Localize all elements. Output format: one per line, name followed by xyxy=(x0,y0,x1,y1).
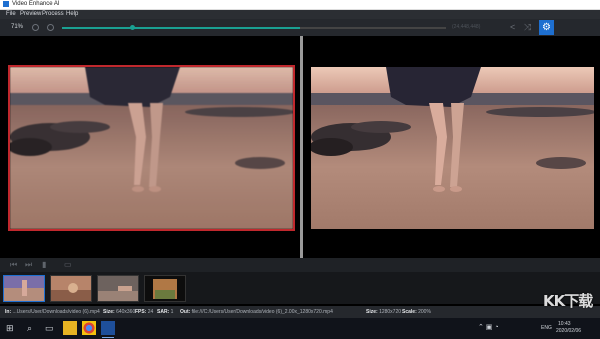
fps-label: FPS: xyxy=(135,309,147,315)
menu-process[interactable]: Process xyxy=(42,10,64,19)
input-label: In: xyxy=(5,309,12,315)
scale-label: Scale: xyxy=(402,309,417,315)
task-view-icon[interactable]: ▭ xyxy=(45,322,54,335)
shuffle-icon[interactable]: ⤨ xyxy=(524,21,531,33)
zoom-out-icon[interactable] xyxy=(32,24,39,31)
input-size: 640x360 xyxy=(116,309,136,315)
scale-value: 200% xyxy=(418,309,431,315)
input-size-label: Size: xyxy=(103,309,115,315)
zoom-level[interactable]: 71% xyxy=(11,23,23,32)
windows-start-icon[interactable]: ⊞ xyxy=(6,322,14,335)
menu-help[interactable]: Help xyxy=(66,10,78,19)
progress-knob[interactable] xyxy=(130,25,135,30)
menu-preview[interactable]: Preview xyxy=(20,10,41,19)
output-size-label: Size: xyxy=(366,309,378,315)
delete-icon[interactable]: ▮ xyxy=(42,259,46,271)
windows-taskbar: ⊞ ⌕ ▭ ⌃ ▣ ◔ ENG 10:43 2020/02/06 xyxy=(0,318,600,339)
step-forward-icon[interactable]: ⏭ xyxy=(25,259,32,271)
playback-controls: ⏮ ⏭ ▮ ▭ xyxy=(0,258,600,272)
thumbnail-3[interactable] xyxy=(97,275,139,302)
step-back-icon[interactable]: ⏮ xyxy=(10,259,17,271)
thumbnail-4[interactable] xyxy=(144,275,186,302)
preview-progress-bar[interactable] xyxy=(62,25,446,30)
thumbnail-image xyxy=(4,276,44,301)
filmstrip xyxy=(0,272,600,304)
gear-icon: ⚙ xyxy=(542,22,551,33)
input-language[interactable]: ENG xyxy=(541,325,552,332)
thumbnail-image xyxy=(51,276,91,301)
menu-bar: File Preview Process Help xyxy=(0,10,600,19)
status-bar: In: ...Users/User/Downloads/video (6).mp… xyxy=(0,306,600,318)
beach-scene-image xyxy=(10,67,293,229)
progress-fill xyxy=(62,27,301,29)
site-watermark: KK下载 xyxy=(543,292,593,310)
output-path: file:///C:/Users/User/Downloads/video (6… xyxy=(191,309,333,315)
search-icon[interactable]: ⌕ xyxy=(27,322,32,335)
thumbnail-image xyxy=(98,276,138,301)
window-title: Video Enhance AI xyxy=(12,1,60,7)
menu-file[interactable]: File xyxy=(6,10,16,19)
thumbnail-1[interactable] xyxy=(3,275,45,302)
input-path: ...Users/User/Downloads/video (6).mp4 xyxy=(12,309,100,315)
thumbnail-2[interactable] xyxy=(50,275,92,302)
output-size: 1280x720 xyxy=(379,309,402,315)
progress-label: (24,448,448) xyxy=(452,24,481,30)
beach-scene-enhanced-image xyxy=(311,67,594,229)
chrome-icon[interactable] xyxy=(82,321,96,335)
app-icon xyxy=(3,1,9,7)
file-explorer-icon[interactable] xyxy=(63,321,77,335)
zoom-in-icon[interactable] xyxy=(47,24,54,31)
sar-value: 1 xyxy=(170,309,174,315)
original-frame-image[interactable] xyxy=(8,65,295,231)
video-enhance-ai-taskbar-icon[interactable] xyxy=(101,321,115,338)
settings-gear-button[interactable]: ⚙ xyxy=(539,20,554,35)
enhanced-frame-image[interactable] xyxy=(311,67,594,229)
sar-label: SAR: xyxy=(157,309,170,315)
toolbar: 71% (24,448,448) < ⤨ xyxy=(0,19,600,36)
thumbnail-image xyxy=(145,276,185,301)
clock-date[interactable]: 2020/02/06 xyxy=(556,328,581,335)
output-label: Out: xyxy=(180,309,191,315)
title-bar: Video Enhance AI xyxy=(0,0,600,10)
fps-value: 24 xyxy=(147,309,154,315)
camera-icon[interactable]: ▭ xyxy=(64,259,72,271)
share-icon[interactable]: < xyxy=(510,21,515,33)
tray-icons[interactable]: ⌃ ▣ ◔ xyxy=(478,324,499,331)
clock-time[interactable]: 10:43 xyxy=(558,321,571,328)
